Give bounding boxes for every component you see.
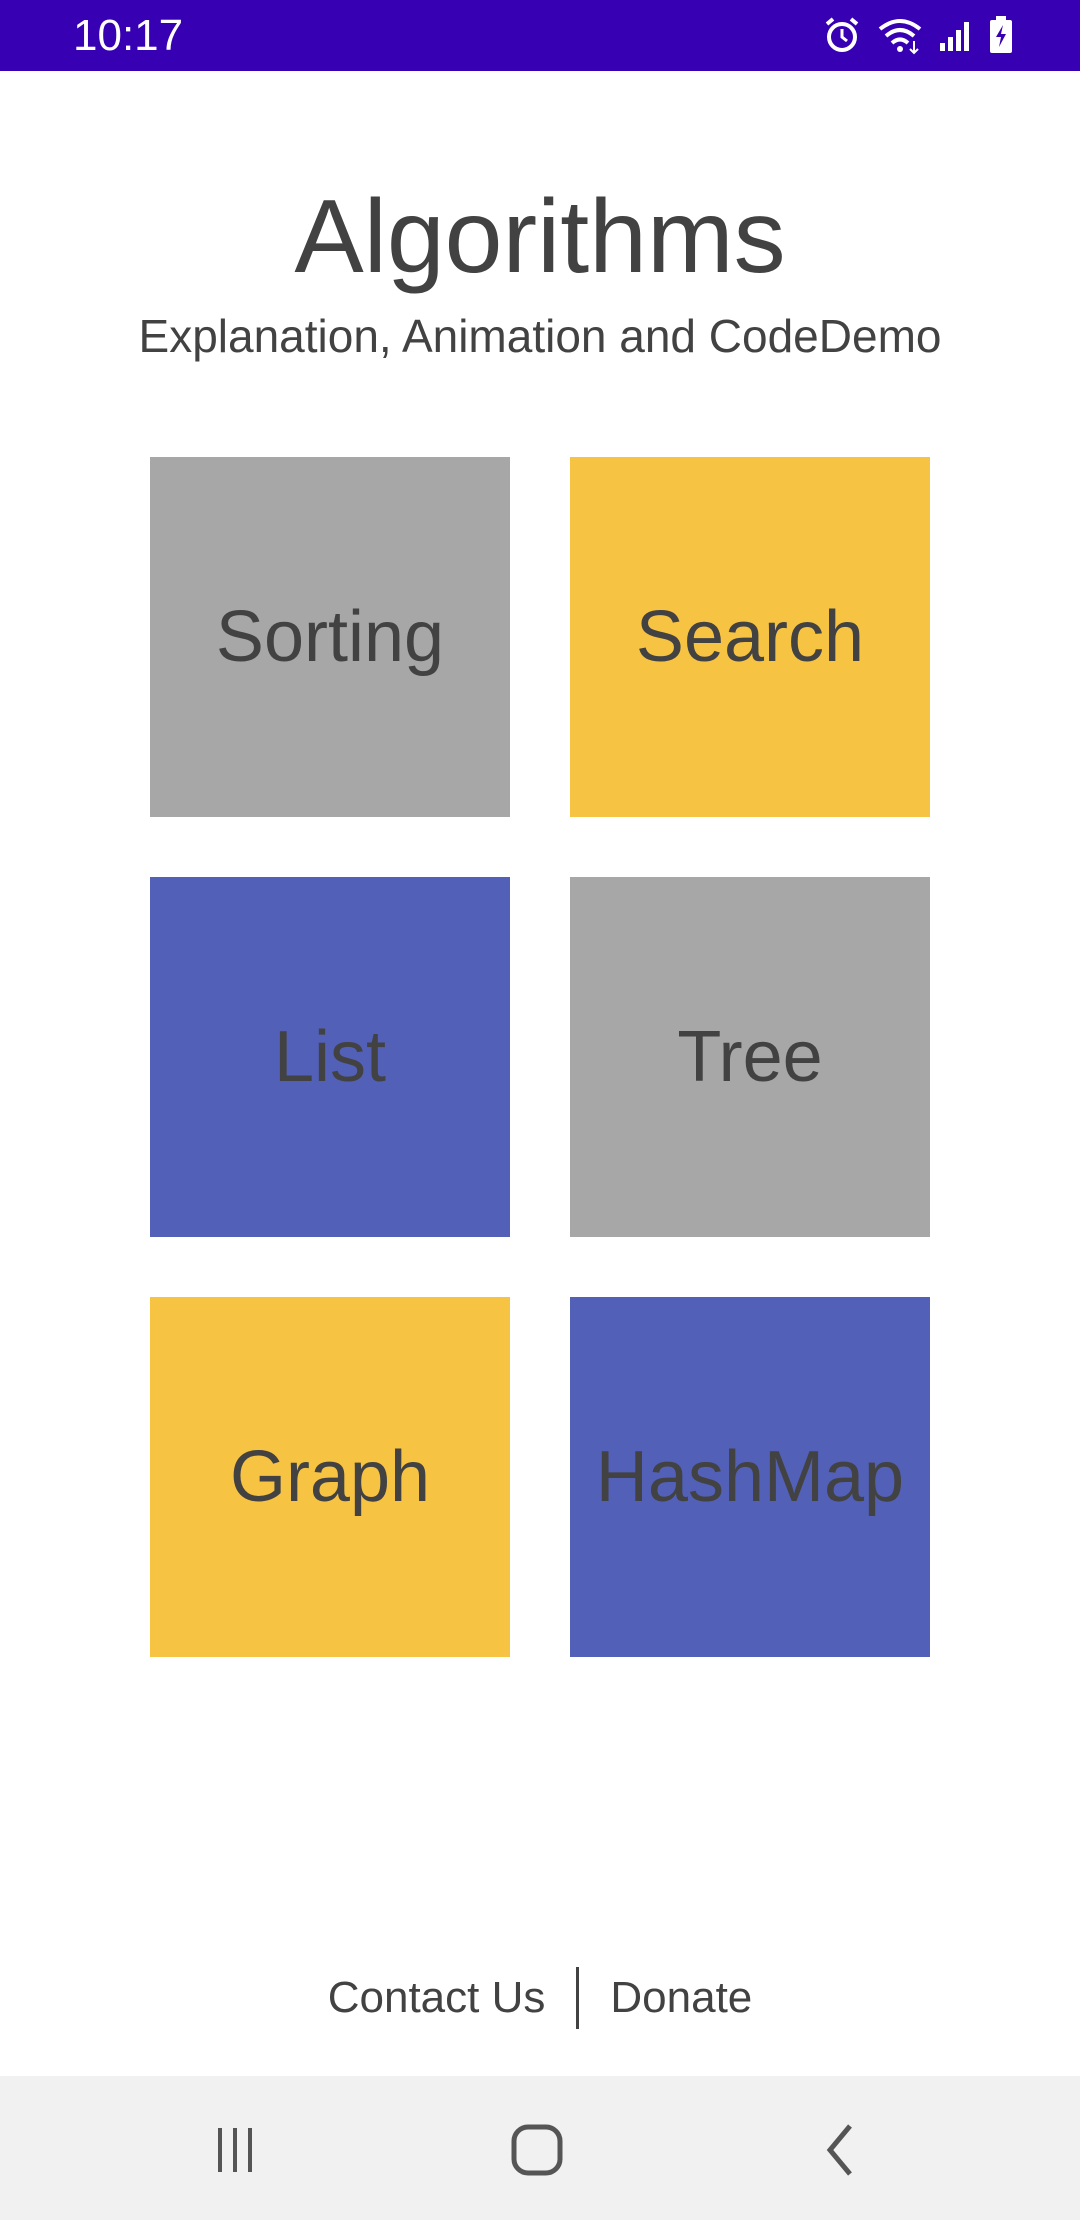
battery-charging-icon <box>988 15 1014 55</box>
category-search[interactable]: Search <box>570 457 930 817</box>
alarm-icon <box>822 15 862 55</box>
category-sorting[interactable]: Sorting <box>150 457 510 817</box>
footer: Contact Us Donate <box>0 1966 1080 2030</box>
home-icon[interactable] <box>497 2116 577 2184</box>
status-icons <box>822 14 1014 56</box>
page-title: Algorithms <box>294 179 786 295</box>
page-subtitle: Explanation, Animation and CodeDemo <box>138 310 942 362</box>
category-graph[interactable]: Graph <box>150 1297 510 1657</box>
footer-divider <box>576 1967 580 2029</box>
signal-icon <box>938 17 974 53</box>
category-hashmap[interactable]: HashMap <box>570 1297 930 1657</box>
back-icon[interactable] <box>800 2116 880 2184</box>
wifi-icon <box>876 15 924 55</box>
status-bar: 10:17 <box>0 0 1080 71</box>
navigation-bar <box>0 2076 1080 2220</box>
donate-link[interactable]: Donate <box>610 1973 752 2023</box>
status-time: 10:17 <box>73 11 184 60</box>
category-tree[interactable]: Tree <box>570 877 930 1237</box>
category-list[interactable]: List <box>150 877 510 1237</box>
contact-us-link[interactable]: Contact Us <box>328 1973 546 2023</box>
recents-icon[interactable] <box>195 2116 275 2184</box>
